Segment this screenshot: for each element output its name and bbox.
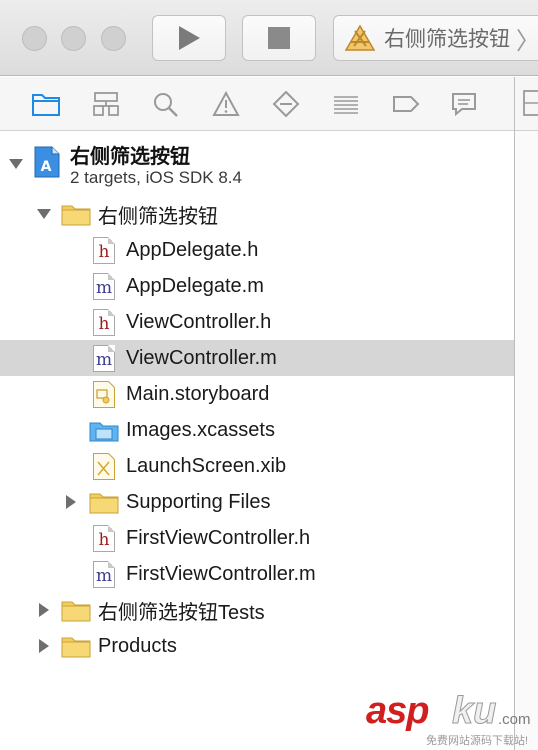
xib-file-icon	[93, 453, 115, 480]
file-label: AppDelegate.h	[126, 238, 259, 261]
folder-icon	[89, 493, 119, 514]
report-navigator-icon[interactable]	[448, 89, 480, 119]
disclosure-expanded-icon[interactable]	[36, 206, 52, 222]
group-label: 右侧筛选按钮	[98, 205, 218, 228]
breakpoint-navigator-icon[interactable]	[390, 89, 422, 119]
storyboard-file-icon	[93, 381, 115, 408]
navigator-divider	[514, 77, 515, 750]
file-label: ViewController.m	[126, 346, 277, 369]
file-label: LaunchScreen.xib	[126, 454, 287, 477]
stop-button[interactable]	[242, 15, 316, 61]
project-root-row[interactable]: A 右侧筛选按钮 2 targets, iOS SDK 8.4	[0, 132, 514, 194]
group-label: Products	[98, 634, 177, 657]
file-label: AppDelegate.m	[126, 274, 264, 297]
header-file-icon: h	[93, 309, 115, 336]
folder-icon	[61, 205, 91, 226]
file-row[interactable]: m AppDelegate.m	[0, 268, 514, 304]
chevron-right-icon: 〉	[516, 26, 538, 55]
xcode-project-icon: A	[34, 146, 60, 178]
file-label: FirstViewController.m	[126, 562, 316, 585]
disclosure-expanded-icon[interactable]	[8, 156, 24, 172]
folder-icon	[61, 637, 91, 658]
play-icon	[179, 26, 200, 50]
file-row-selected[interactable]: m ViewController.m	[0, 340, 514, 376]
debug-navigator-icon[interactable]	[330, 89, 362, 119]
project-name: 右侧筛选按钮	[70, 146, 190, 168]
group-row-tests[interactable]: 右侧筛选按钮Tests	[0, 592, 514, 628]
project-navigator-icon[interactable]	[30, 89, 62, 119]
folder-icon	[61, 601, 91, 622]
file-label: FirstViewController.h	[126, 526, 311, 549]
app-scheme-icon	[344, 24, 376, 51]
group-label: Supporting Files	[126, 490, 271, 513]
svg-text:A: A	[41, 159, 52, 175]
disclosure-collapsed-icon[interactable]	[36, 602, 52, 618]
minimize-window-button[interactable]	[61, 26, 86, 51]
group-row-products[interactable]: Products	[0, 628, 514, 664]
file-row[interactable]: h FirstViewController.h	[0, 520, 514, 556]
watermark-tagline: 免费网站源码下载站!	[426, 735, 529, 747]
header-file-icon: h	[93, 525, 115, 552]
watermark-com-text: .com	[498, 711, 531, 728]
scheme-selector[interactable]: 右侧筛选按钮 〉	[333, 15, 538, 61]
scheme-name: 右侧筛选按钮	[384, 28, 510, 51]
zoom-window-button[interactable]	[101, 26, 126, 51]
file-row[interactable]: LaunchScreen.xib	[0, 448, 514, 484]
file-row[interactable]: Images.xcassets	[0, 412, 514, 448]
disclosure-collapsed-icon[interactable]	[63, 494, 79, 510]
site-watermark-logo: asp ku .com 免费网站源码下载站!	[366, 690, 536, 748]
editor-area-edge	[515, 77, 538, 750]
find-navigator-icon[interactable]	[150, 89, 182, 119]
file-row[interactable]: Main.storyboard	[0, 376, 514, 412]
group-label: 右侧筛选按钮Tests	[98, 601, 265, 624]
editor-jump-bar-edge	[515, 77, 538, 131]
asset-catalog-icon	[89, 422, 119, 442]
header-file-icon: h	[93, 237, 115, 264]
window-toolbar: 右侧筛选按钮 〉	[0, 0, 538, 76]
file-label: Images.xcassets	[126, 418, 275, 441]
run-button[interactable]	[152, 15, 226, 61]
navigator-selector-bar	[0, 77, 538, 131]
disclosure-collapsed-icon[interactable]	[36, 638, 52, 654]
source-file-icon: m	[93, 273, 115, 300]
watermark-asp-text: asp	[366, 690, 429, 732]
file-label: ViewController.h	[126, 310, 272, 333]
group-row-supporting-files[interactable]: Supporting Files	[0, 484, 514, 520]
symbol-navigator-icon[interactable]	[90, 89, 122, 119]
project-navigator-tree: A 右侧筛选按钮 2 targets, iOS SDK 8.4 右侧筛选按钮 h…	[0, 132, 514, 750]
file-label: Main.storyboard	[126, 382, 270, 405]
group-row-main[interactable]: 右侧筛选按钮	[0, 196, 514, 232]
close-window-button[interactable]	[22, 26, 47, 51]
file-row[interactable]: h ViewController.h	[0, 304, 514, 340]
issue-navigator-icon[interactable]	[210, 89, 242, 119]
source-file-icon: m	[93, 561, 115, 588]
file-row[interactable]: h AppDelegate.h	[0, 232, 514, 268]
project-subtitle: 2 targets, iOS SDK 8.4	[70, 168, 242, 187]
test-navigator-icon[interactable]	[270, 89, 302, 119]
watermark-ku-text: ku	[451, 690, 497, 733]
editor-grid-icon	[523, 90, 538, 116]
source-file-icon: m	[93, 345, 115, 372]
file-row[interactable]: m FirstViewController.m	[0, 556, 514, 592]
stop-icon	[268, 27, 290, 49]
